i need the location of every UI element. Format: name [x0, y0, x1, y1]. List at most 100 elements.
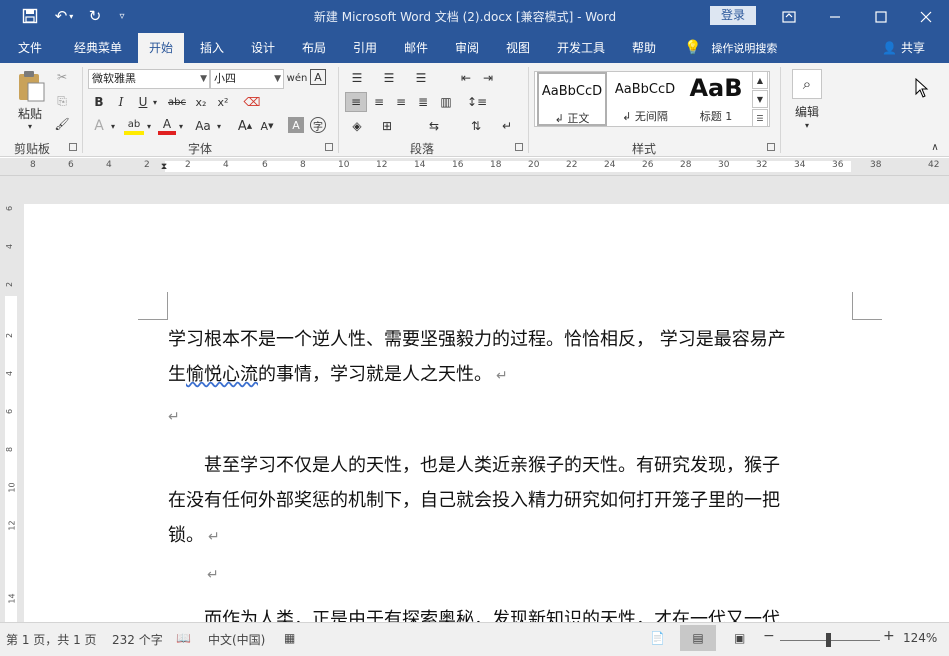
minimize-icon[interactable]	[812, 0, 858, 33]
copy-icon[interactable]: ⎘	[54, 93, 70, 109]
phonetic-guide-icon[interactable]: wén	[287, 68, 308, 88]
style-heading1[interactable]: AaB 标题 1	[681, 72, 751, 126]
highlight-dropdown-icon[interactable]: ▾	[144, 117, 154, 135]
font-color-icon[interactable]: A	[158, 117, 176, 135]
paragraph-3[interactable]: 而作为人类，正是由于有探索奥秘，发现新知识的天性，才在一代又一代	[168, 602, 858, 622]
highlight-icon[interactable]: ab	[124, 117, 144, 135]
distributed-icon[interactable]: ▥	[436, 92, 456, 112]
italic-button[interactable]: I	[112, 93, 130, 111]
word-count[interactable]: 232 个字	[112, 631, 163, 648]
multilevel-list-icon[interactable]: ☰	[410, 69, 432, 87]
tell-me-search[interactable]: 💡 操作说明搜索	[684, 33, 777, 63]
font-name-combo[interactable]: 微软雅黑 ▼	[88, 69, 210, 89]
close-icon[interactable]	[903, 0, 949, 33]
redo-icon[interactable]: ↻	[84, 6, 106, 26]
editing-dropdown-icon[interactable]: ▾	[798, 120, 816, 130]
tab-classic-menu[interactable]: 经典菜单	[64, 33, 132, 63]
zoom-level[interactable]: 124%	[903, 631, 937, 645]
numbering-icon[interactable]: ☰	[378, 69, 400, 87]
sort-icon[interactable]: ⇅	[466, 117, 486, 135]
align-center-icon[interactable]: ≡	[368, 92, 390, 112]
style-no-spacing[interactable]: AaBbCcD ↲ 无间隔	[609, 72, 681, 126]
read-mode-icon[interactable]: 📄	[650, 631, 665, 645]
collapse-ribbon-icon[interactable]: ∧	[928, 141, 942, 153]
char-shading-icon[interactable]: A	[288, 117, 304, 133]
align-left-icon[interactable]: ≡	[345, 92, 367, 112]
strikethrough-button[interactable]: abc	[166, 93, 188, 111]
format-painter-icon[interactable]: 🖌	[54, 116, 70, 132]
tab-insert[interactable]: 插入	[190, 33, 234, 63]
styles-launcher-icon[interactable]	[767, 143, 775, 151]
underline-dropdown-icon[interactable]: ▾	[150, 93, 160, 111]
paste-dropdown-icon[interactable]: ▾	[22, 121, 38, 131]
text-effects-icon[interactable]: A	[90, 117, 108, 135]
language-indicator[interactable]: 中文(中国)	[208, 631, 265, 648]
login-button[interactable]: 登录	[710, 6, 756, 25]
styles-scroll-up-icon[interactable]: ▲	[752, 71, 768, 89]
change-case-button[interactable]: Aa	[192, 117, 214, 135]
increase-indent-icon[interactable]: ⇥	[478, 69, 498, 87]
borders-icon[interactable]: ⊞	[376, 117, 398, 135]
tab-home[interactable]: 开始	[138, 33, 184, 63]
paragraph-1[interactable]: 学习根本不是一个逆人性、需要坚强毅力的过程。恰恰相反， 学习是最容易产 生愉悦心…	[168, 322, 858, 394]
ribbon-display-icon[interactable]	[766, 0, 812, 33]
grammar-squiggle[interactable]: 愉悦心流	[186, 364, 258, 385]
char-border-icon[interactable]: A	[310, 69, 326, 85]
share-button[interactable]: 👤 共享	[882, 33, 925, 63]
chinese-layout-icon[interactable]: ⇆	[422, 117, 446, 135]
horizontal-ruler[interactable]: 8 6 4 2 2 4 6 8 10 12 14 16 18 20 22 24 26 28 30 32 34 36 38 42…	[0, 158, 949, 176]
tab-help[interactable]: 帮助	[622, 33, 666, 63]
align-right-icon[interactable]: ≡	[390, 92, 412, 112]
font-size-combo[interactable]: 小四 ▼	[210, 69, 284, 89]
find-icon[interactable]: ⌕	[792, 69, 822, 99]
change-case-dropdown-icon[interactable]: ▾	[214, 117, 224, 135]
tab-view[interactable]: 视图	[496, 33, 540, 63]
vertical-ruler[interactable]: 6 4 2 2 4 6 8 10 12 14	[0, 176, 22, 622]
shading-icon[interactable]: ◈	[346, 117, 368, 135]
undo-icon[interactable]: ↶ ▾	[50, 6, 78, 26]
line-spacing-icon[interactable]: ↕≡	[462, 92, 492, 112]
tab-developer[interactable]: 开发工具	[548, 33, 614, 63]
zoom-out-button[interactable]: −	[763, 628, 775, 644]
paste-icon[interactable]	[14, 69, 48, 103]
styles-more-icon[interactable]: ☰	[752, 109, 768, 127]
font-color-dropdown-icon[interactable]: ▾	[176, 117, 186, 135]
superscript-button[interactable]: x²	[214, 93, 232, 111]
tab-layout[interactable]: 布局	[292, 33, 336, 63]
tab-references[interactable]: 引用	[343, 33, 387, 63]
show-marks-icon[interactable]: ↵	[498, 117, 516, 135]
macro-record-icon[interactable]: ▦	[284, 631, 295, 645]
customize-icon[interactable]: ▿	[114, 6, 130, 26]
zoom-in-button[interactable]: +	[883, 628, 895, 644]
document-canvas[interactable]: 学习根本不是一个逆人性、需要坚强毅力的过程。恰恰相反， 学习是最容易产 生愉悦心…	[22, 176, 949, 622]
bullets-icon[interactable]: ☰	[346, 69, 368, 87]
proofing-icon[interactable]: 📖	[176, 631, 191, 645]
shrink-font-icon[interactable]: A ▼	[258, 117, 276, 135]
save-icon[interactable]	[18, 6, 42, 26]
paragraph-launcher-icon[interactable]	[515, 143, 523, 151]
paragraph-2[interactable]: 甚至学习不仅是人的天性，也是人类近亲猴子的天性。有研究发现，猴子 在没有任何外部…	[168, 448, 858, 555]
tab-review[interactable]: 审阅	[445, 33, 489, 63]
tab-file[interactable]: 文件	[8, 33, 52, 63]
document-page[interactable]: 学习根本不是一个逆人性、需要坚强毅力的过程。恰恰相反， 学习是最容易产 生愉悦心…	[24, 204, 949, 622]
indent-marker-icon[interactable]: ⧗	[158, 158, 170, 176]
styles-scroll-down-icon[interactable]: ▼	[752, 90, 768, 108]
font-launcher-icon[interactable]	[325, 143, 333, 151]
tab-mailings[interactable]: 邮件	[394, 33, 438, 63]
cut-icon[interactable]: ✂	[54, 69, 70, 85]
style-normal[interactable]: AaBbCcD ↲ 正文	[537, 72, 607, 126]
subscript-button[interactable]: x₂	[192, 93, 210, 111]
clipboard-launcher-icon[interactable]	[69, 143, 77, 151]
grow-font-icon[interactable]: A ▲	[236, 117, 254, 135]
tab-design[interactable]: 设计	[241, 33, 285, 63]
justify-icon[interactable]: ≣	[412, 92, 434, 112]
text-effects-dropdown-icon[interactable]: ▾	[108, 117, 118, 135]
web-layout-icon[interactable]: ▣	[734, 631, 745, 645]
clear-format-icon[interactable]: ⌫	[242, 93, 262, 111]
editing-button[interactable]: 编辑	[788, 103, 826, 119]
enclose-char-icon[interactable]: 字	[310, 117, 326, 133]
maximize-icon[interactable]	[858, 0, 904, 33]
paste-button[interactable]: 粘贴	[10, 105, 50, 121]
print-layout-icon[interactable]: ▤	[680, 625, 716, 651]
decrease-indent-icon[interactable]: ⇤	[456, 69, 476, 87]
